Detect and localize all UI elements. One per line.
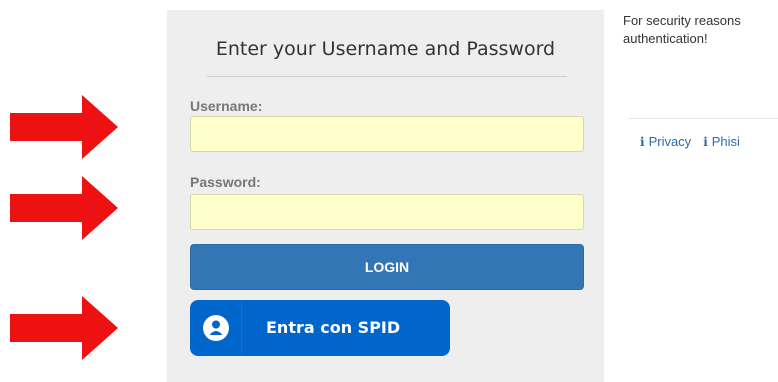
privacy-link[interactable]: i Privacy bbox=[640, 134, 691, 149]
spid-divider bbox=[241, 300, 242, 356]
password-label: Password: bbox=[190, 174, 261, 190]
spid-login-button[interactable]: Entra con SPID bbox=[190, 300, 450, 356]
login-heading: Enter your Username and Password bbox=[215, 38, 556, 60]
login-panel: Enter your Username and Password Usernam… bbox=[167, 10, 604, 382]
info-icon: i bbox=[703, 135, 708, 149]
username-input[interactable] bbox=[190, 116, 584, 152]
phishing-link[interactable]: i Phisi bbox=[703, 134, 740, 149]
phishing-link-label: Phisi bbox=[711, 134, 740, 149]
password-input[interactable] bbox=[190, 194, 584, 230]
right-arrow-icon bbox=[10, 296, 118, 360]
privacy-link-label: Privacy bbox=[648, 134, 692, 149]
login-button[interactable]: LOGIN bbox=[190, 244, 584, 290]
username-label: Username: bbox=[190, 98, 263, 114]
user-icon bbox=[203, 315, 229, 341]
spid-button-label: Entra con SPID bbox=[266, 318, 401, 337]
security-notice: For security reasons authentication! bbox=[623, 13, 741, 46]
info-icon: i bbox=[640, 135, 645, 149]
side-divider bbox=[628, 118, 778, 119]
right-arrow-icon bbox=[10, 176, 118, 240]
footer-links: i Privacy i Phisi bbox=[640, 134, 752, 149]
right-arrow-icon bbox=[10, 95, 118, 159]
heading-divider bbox=[207, 76, 567, 77]
